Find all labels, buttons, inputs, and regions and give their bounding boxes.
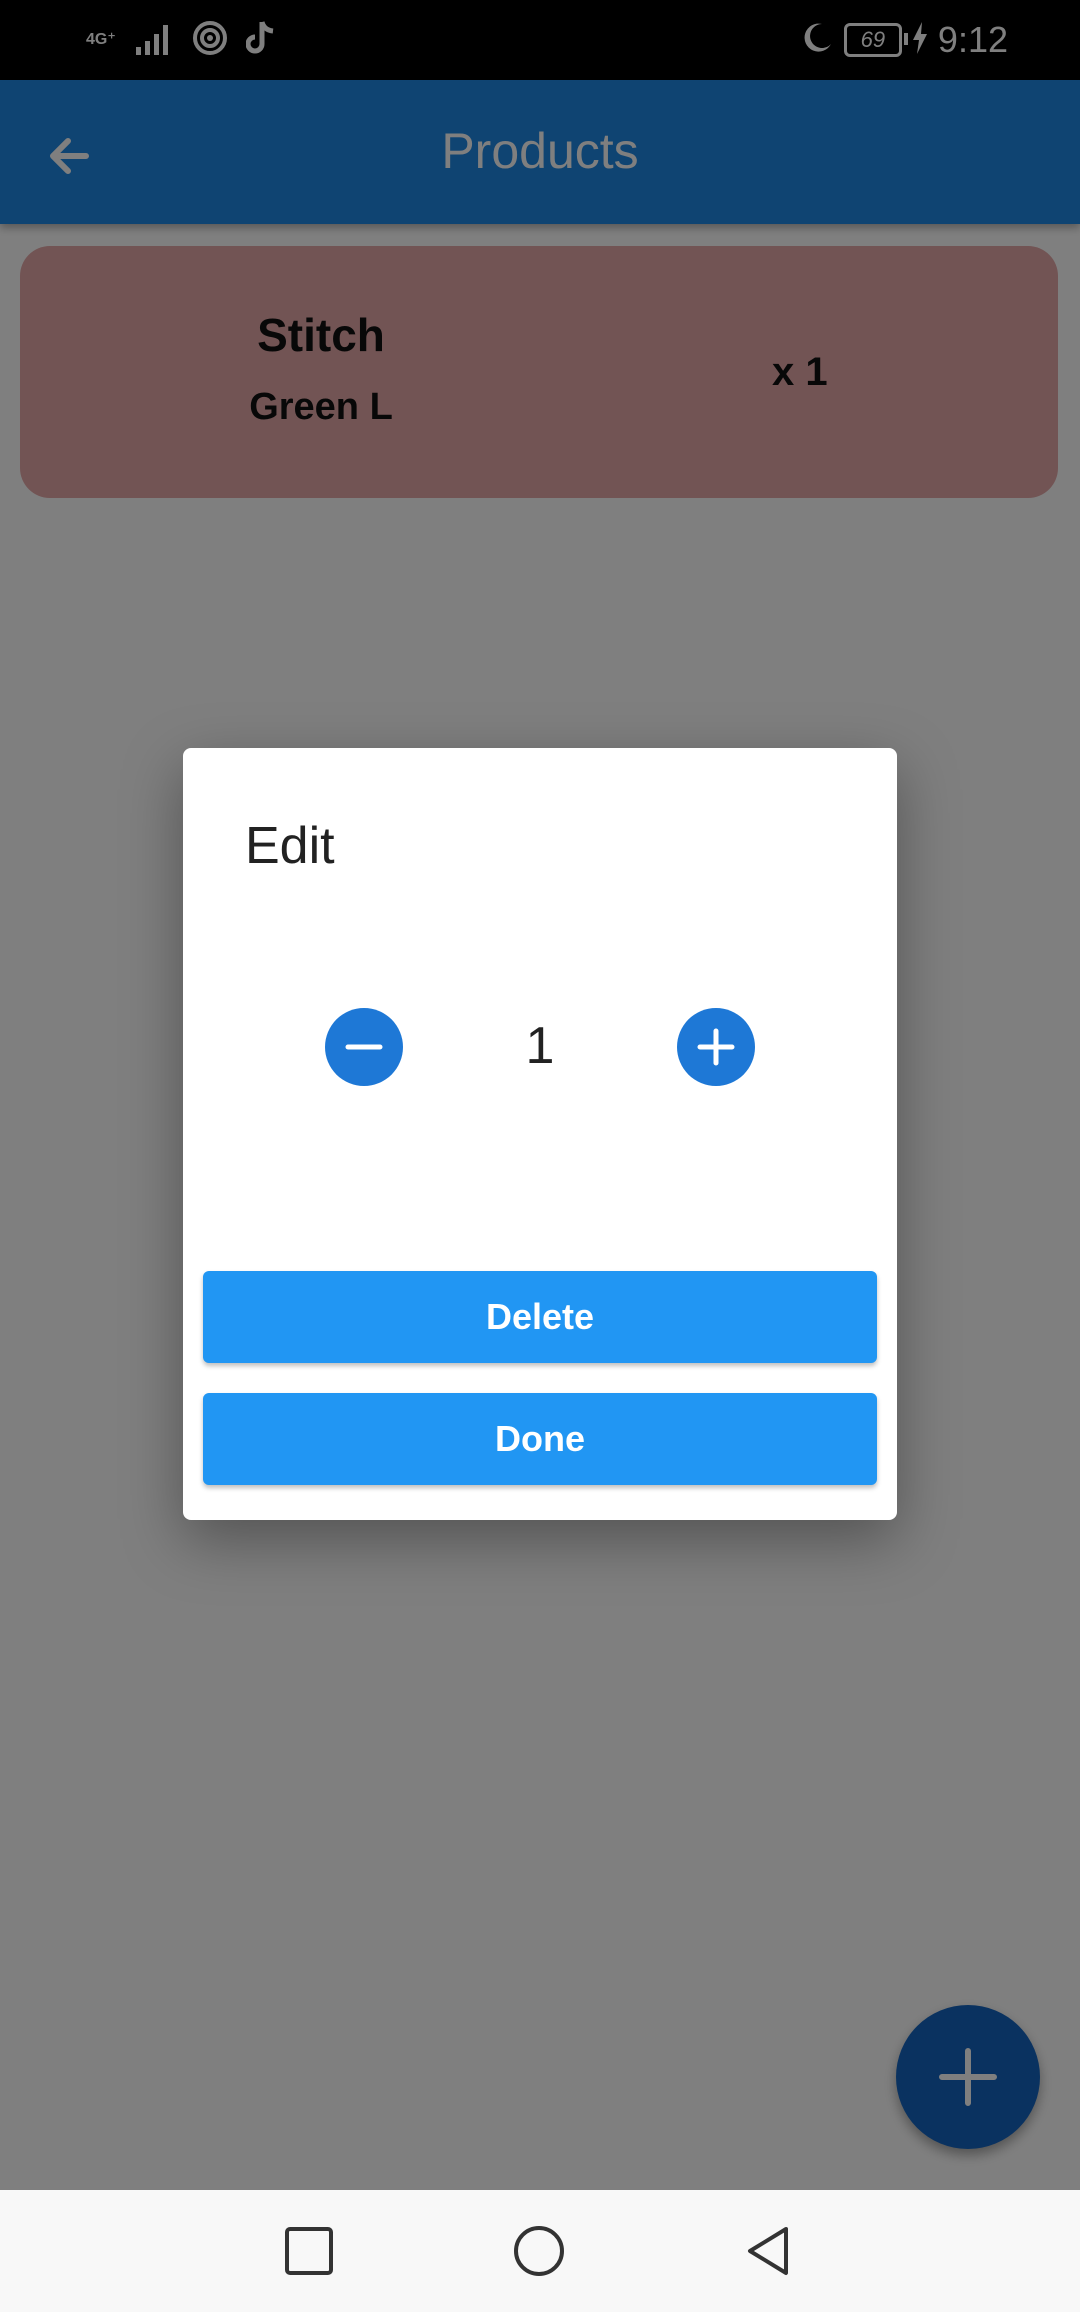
minus-icon xyxy=(345,1044,383,1050)
home-icon xyxy=(514,2226,564,2276)
delete-button[interactable]: Delete xyxy=(203,1271,877,1363)
home-button[interactable] xyxy=(512,2224,566,2278)
recent-apps-button[interactable] xyxy=(282,2224,336,2278)
dialog-title: Edit xyxy=(245,817,335,875)
plus-icon xyxy=(697,1028,735,1066)
recent-apps-icon xyxy=(285,2227,333,2275)
back-icon xyxy=(748,2227,788,2275)
done-button[interactable]: Done xyxy=(203,1393,877,1485)
system-navigation-bar xyxy=(0,2190,1080,2312)
increment-button[interactable] xyxy=(677,1008,755,1086)
quantity-value: 1 xyxy=(525,1017,555,1075)
nav-back-button[interactable] xyxy=(742,2224,796,2278)
decrement-button[interactable] xyxy=(325,1008,403,1086)
edit-dialog: Edit 1 Delete Done xyxy=(183,748,897,1520)
